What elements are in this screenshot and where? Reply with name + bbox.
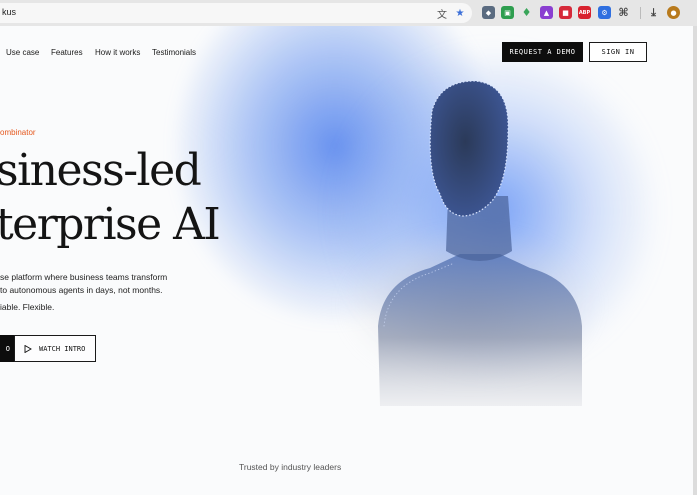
hero-headline-line2: terprise AI [0,199,221,250]
primary-cta-button[interactable]: O [0,335,14,362]
leaf-extension-icon[interactable]: ♦ [520,6,533,19]
play-icon [24,344,32,353]
watch-intro-label: WATCH INTRO [39,344,86,353]
green-extension-icon[interactable]: ▣ [501,6,514,19]
nav-link-how-it-works[interactable]: How it works [95,48,140,57]
page-scrollbar[interactable] [693,26,697,495]
nav-link-use-case[interactable]: Use case [6,48,39,57]
request-demo-button[interactable]: REQUEST A DEMO [502,42,583,62]
hero-headline-line1: siness-led [0,145,202,196]
nav-link-features[interactable]: Features [51,48,83,57]
address-text[interactable]: kus [2,7,16,17]
toolbar-divider [640,7,641,19]
watch-intro-button[interactable]: WATCH INTRO [14,335,96,362]
purple-extension-icon[interactable]: ▲ [540,6,553,19]
translate-icon[interactable]: 文 [435,6,449,21]
shield-extension-icon[interactable]: ◆ [482,6,495,19]
profile-avatar[interactable]: ● [667,6,680,19]
download-icon[interactable]: ⤓ [647,6,660,19]
sign-in-button[interactable]: SIGN IN [589,42,647,62]
hero-eyebrow: ombinator [0,128,36,137]
puzzle-extensions-icon[interactable]: ⌘ [617,6,630,19]
ai-agent-figure-illustration [378,80,582,406]
adblock-extension-icon[interactable]: ABP [578,6,591,19]
blue-gear-extension-icon[interactable]: ⚙ [598,6,611,19]
trusted-by-heading: Trusted by industry leaders [239,462,342,472]
hero-description-line1: se platform where business teams transfo… [0,272,168,282]
nav-link-testimonials[interactable]: Testimonials [152,48,196,57]
hero-description-line2: to autonomous agents in days, not months… [0,285,163,295]
red-square-extension-icon[interactable]: ■ [559,6,572,19]
webpage: Use case Features How it works Testimoni… [0,26,693,495]
bookmark-star-icon[interactable]: ★ [453,6,467,20]
address-bar[interactable]: kus 文 ★ [0,3,472,23]
hero-tagline: iable. Flexible. [0,302,55,312]
browser-toolbar: kus 文 ★ ◆ ▣ ♦ ▲ ■ ABP ⚙ ⌘ ⤓ ● [0,0,697,26]
